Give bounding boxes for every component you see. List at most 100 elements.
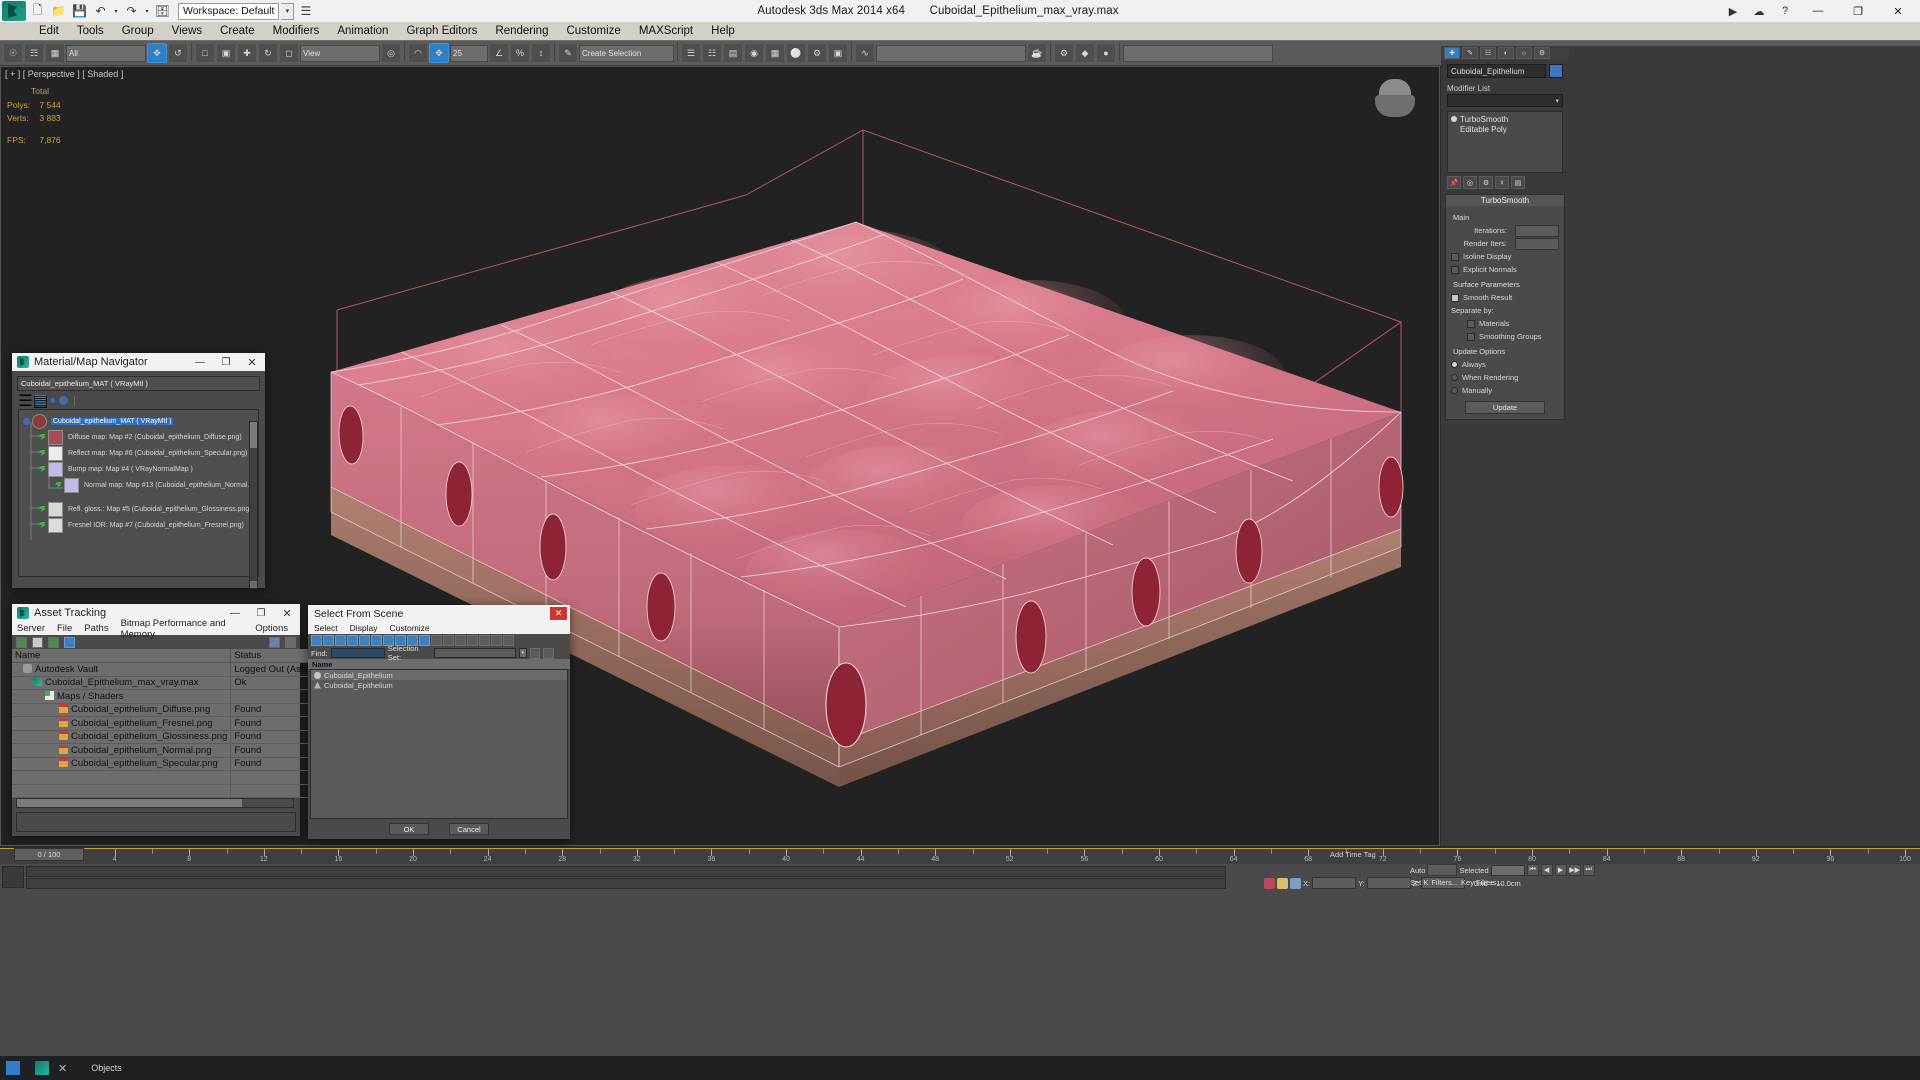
table-row[interactable]: Cuboidal_epithelium_Normal.png Found xyxy=(12,743,331,758)
menu-item-animation[interactable]: Animation xyxy=(328,23,397,40)
tab-motion[interactable]: ◐ xyxy=(1498,47,1514,59)
maximize-button[interactable]: ❐ xyxy=(1838,0,1878,22)
explorer-icon[interactable] xyxy=(6,1061,20,1075)
table-row[interactable]: Cuboidal_epithelium_Fresnel.png Found xyxy=(12,716,331,731)
taskbar-item-2[interactable]: ✕ xyxy=(35,1061,67,1075)
display-shapes-icon[interactable] xyxy=(323,635,334,646)
angle-snap-icon[interactable]: ∠ xyxy=(489,43,509,63)
selection-set-dropdown-icon[interactable]: ▾ xyxy=(518,648,528,658)
filter-icon[interactable] xyxy=(491,635,502,646)
display-spacewarps-icon[interactable] xyxy=(371,635,382,646)
qat-overflow-icon[interactable]: ☰ xyxy=(296,2,315,21)
select-and-rotate-icon[interactable]: ↺ xyxy=(168,43,188,63)
find-input[interactable] xyxy=(330,648,385,658)
cloud-icon[interactable]: ☁ xyxy=(1746,1,1772,21)
taskbar-item-3[interactable]: Objects xyxy=(91,1063,122,1073)
named-selection-icon[interactable]: ✎ xyxy=(558,43,578,63)
render-iters-spinner[interactable] xyxy=(1515,237,1559,250)
modifier-stack[interactable]: TurboSmooth Editable Poly xyxy=(1447,111,1563,173)
asset-scrollbar-thumb[interactable] xyxy=(17,799,242,807)
stack-item-turbosmooth[interactable]: TurboSmooth xyxy=(1451,114,1559,124)
sfs-close-button[interactable]: ✕ xyxy=(550,607,567,620)
align-icon[interactable]: ☷ xyxy=(702,43,722,63)
configure-sets-icon[interactable]: ▤ xyxy=(1511,176,1525,189)
refresh-icon[interactable] xyxy=(16,636,27,648)
list-view-icon[interactable]: ☰ xyxy=(18,393,32,410)
taskbar-item-1[interactable] xyxy=(6,1061,25,1075)
undo-dropdown-icon[interactable]: ▾ xyxy=(112,2,120,21)
render-preset-combo[interactable] xyxy=(876,44,1026,62)
table-row[interactable]: Autodesk Vault Logged Out (Asset Tr. xyxy=(12,662,331,677)
matnav-scroll-down-icon[interactable] xyxy=(250,581,257,588)
map-enabled-icon[interactable] xyxy=(39,521,46,529)
window-crossing-icon[interactable]: ▣ xyxy=(216,43,236,63)
curve-editor-icon[interactable]: ∿ xyxy=(855,43,875,63)
smoothing-groups-checkbox[interactable] xyxy=(1467,332,1475,341)
signin-icon[interactable]: ▶ xyxy=(1720,1,1746,21)
render-frame-icon[interactable]: ▣ xyxy=(828,43,848,63)
list-types-icon[interactable] xyxy=(479,635,490,646)
resolve-paths-icon[interactable] xyxy=(48,636,59,648)
reference-coordinate-combo[interactable]: View xyxy=(300,44,380,62)
tab-utilities[interactable]: ⚙ xyxy=(1534,47,1550,59)
table-row[interactable]: Cuboidal_epithelium_Glossiness.png Found xyxy=(12,730,331,744)
when-rendering-radio[interactable] xyxy=(1451,374,1458,381)
snap-percent-field[interactable]: 25 xyxy=(450,44,488,62)
asset-menu-paths[interactable]: Paths xyxy=(84,623,108,634)
percent-snap-icon[interactable]: % xyxy=(510,43,530,63)
tab-create[interactable]: ✚ xyxy=(1444,47,1460,59)
filters-label[interactable]: Filters... xyxy=(1431,878,1458,887)
autokey-label[interactable]: Auto xyxy=(1410,866,1425,875)
table-row[interactable] xyxy=(12,770,331,785)
collapse-all-icon[interactable] xyxy=(467,635,478,646)
tree-node-diffuse[interactable]: Diffuse map: Map #2 (Cuboidal_epithelium… xyxy=(39,429,243,445)
taskbar-close-icon[interactable]: ✕ xyxy=(58,1062,67,1075)
asset-maximize-button[interactable]: ❐ xyxy=(248,604,274,622)
map-enabled-icon[interactable] xyxy=(55,481,62,489)
workspace-selector[interactable]: Workspace: Default xyxy=(178,2,280,20)
display-geometry-icon[interactable] xyxy=(311,635,322,646)
time-slider[interactable]: 0 / 100 xyxy=(14,848,84,861)
add-time-tag[interactable]: Add Time Tag xyxy=(1330,850,1376,859)
layer-manager-icon[interactable]: ▤ xyxy=(723,43,743,63)
move-tool-icon[interactable]: ✚ xyxy=(237,43,257,63)
expand-icon[interactable] xyxy=(23,417,30,425)
remove-selection-set-icon[interactable] xyxy=(543,647,554,659)
table-row[interactable]: Cuboidal_epithelium_Diffuse.png Found xyxy=(12,703,331,717)
select-from-scene-window[interactable]: Select From Scene ✕ Select Display Custo… xyxy=(308,605,570,839)
menu-item-edit[interactable]: Edit xyxy=(30,23,68,40)
max-taskbar-icon[interactable] xyxy=(35,1061,49,1075)
map-enabled-icon[interactable] xyxy=(39,505,46,513)
menu-item-group[interactable]: Group xyxy=(113,23,163,40)
isoline-checkbox[interactable] xyxy=(1451,252,1459,261)
pin-stack-status-icon[interactable] xyxy=(1264,877,1275,889)
explicit-normals-checkbox[interactable] xyxy=(1451,265,1459,274)
redo-dropdown-icon[interactable]: ▾ xyxy=(143,2,151,21)
display-cameras-icon[interactable] xyxy=(347,635,358,646)
tab-display[interactable]: ☼ xyxy=(1516,47,1532,59)
list-icons-view-icon[interactable]: ▤ xyxy=(33,393,48,410)
goto-start-icon[interactable]: ⏮ xyxy=(1526,864,1539,876)
pin-stack-icon[interactable]: 📌 xyxy=(1447,176,1461,189)
selection-set-input[interactable] xyxy=(433,648,516,658)
show-end-result-icon[interactable]: ◎ xyxy=(1463,176,1477,189)
pivot-center-icon[interactable]: ◎ xyxy=(381,43,401,63)
y-field[interactable] xyxy=(1366,877,1411,889)
tree-node-root[interactable]: Cuboidal_epithelium_MAT ( VRayMtl ) xyxy=(23,413,174,429)
asset-close-button[interactable]: ✕ xyxy=(274,604,300,622)
x-field[interactable] xyxy=(1312,877,1357,889)
menu-item-tools[interactable]: Tools xyxy=(68,23,113,40)
matnav-maximize-button[interactable]: ❐ xyxy=(213,353,239,371)
table-row[interactable]: Maps / Shaders xyxy=(12,689,331,704)
track-bar[interactable]: 0481216202428323640444852566064687276808… xyxy=(0,848,1920,864)
select-object-icon[interactable]: ☉ xyxy=(3,43,23,63)
menu-item-customize[interactable]: Customize xyxy=(557,23,629,40)
tree-node-refl-gloss[interactable]: Refl. gloss.: Map #5 (Cuboidal_epitheliu… xyxy=(39,501,253,517)
set-project-icon[interactable]: 🗄 xyxy=(153,2,172,21)
sfs-more-icon[interactable] xyxy=(557,648,567,659)
select-region-icon[interactable]: ▦ xyxy=(45,43,65,63)
help-asset-icon[interactable] xyxy=(269,636,280,648)
goto-end-icon[interactable]: ⏭ xyxy=(1582,864,1595,876)
list-item[interactable]: Cuboidal_Epithelium xyxy=(311,680,567,690)
minimize-button[interactable]: — xyxy=(1798,0,1838,22)
